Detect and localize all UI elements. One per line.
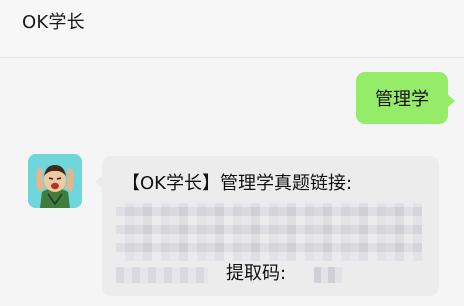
- incoming-message-bubble[interactable]: 【OK学长】管理学真题链接: 提取码:: [102, 156, 439, 296]
- blurred-link-text[interactable]: [116, 203, 422, 261]
- chat-title: OK学长: [22, 12, 85, 33]
- avatar[interactable]: [28, 154, 82, 208]
- outgoing-bubble-tail: [447, 94, 455, 108]
- cartoon-character-icon: [28, 154, 82, 208]
- incoming-message-title: 【OK学长】管理学真题链接:: [122, 173, 353, 194]
- blurred-link-tail: [116, 267, 208, 283]
- chat-header: OK学长: [0, 0, 464, 58]
- blurred-extraction-code: [314, 267, 342, 283]
- outgoing-message-text: 管理学: [375, 89, 429, 110]
- extraction-code-label: 提取码:: [226, 263, 287, 284]
- chat-area[interactable]: 管理学 【OK学长】管理学真题链接: 提取码:: [0, 58, 464, 306]
- outgoing-message-bubble[interactable]: 管理学: [356, 72, 448, 124]
